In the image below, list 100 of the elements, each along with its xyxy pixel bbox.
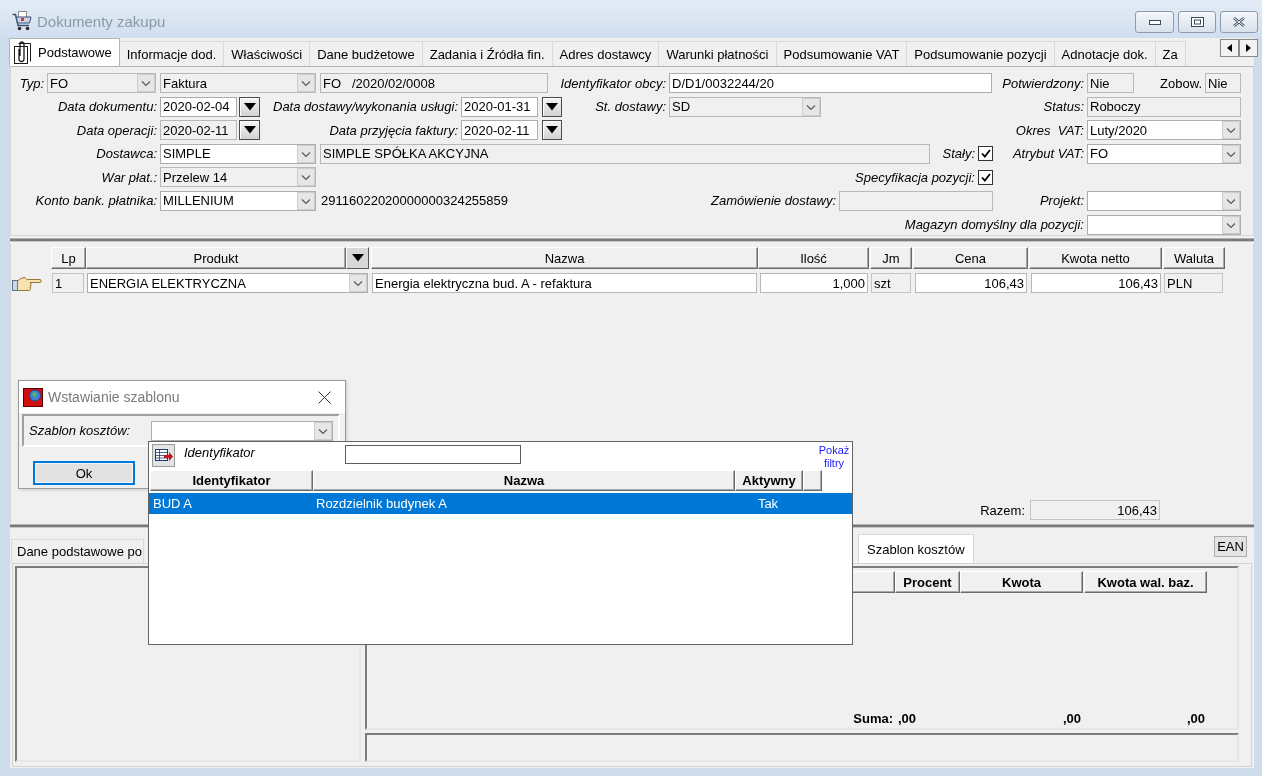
column-header: Identyfikator [150, 470, 313, 491]
field-label: Status: [1043, 99, 1084, 115]
sum-label: Suma: [853, 710, 893, 726]
account-number: 29116022020000000324255859 [321, 193, 508, 209]
field-label: Stały: [942, 146, 975, 162]
field-label: Potwierdzony: [1002, 75, 1084, 91]
column-header: Aktywny [735, 470, 803, 491]
column-dropdown-button[interactable] [346, 247, 369, 269]
chevron-down-icon [297, 74, 315, 92]
maximize-icon [1190, 17, 1204, 27]
caret-down-icon [351, 254, 364, 262]
combo-box[interactable]: MILLENIUM [160, 190, 316, 211]
combo-box[interactable]: ENERGIA ELEKTRYCZNA [87, 273, 368, 293]
tab[interactable]: Podstawowe [9, 38, 120, 66]
chevron-down-icon [1222, 191, 1240, 210]
sum-value: ,00 [1062, 710, 1081, 726]
chevron-down-icon [349, 274, 367, 292]
field-label: Magazyn domyślny dla pozycji: [904, 217, 1084, 233]
table-cell: 1 [52, 273, 84, 293]
table-cell-text: Tak [756, 495, 780, 513]
table-cell-text: Rozdzielnik budynek A [315, 495, 448, 513]
maximize-button[interactable] [1178, 11, 1216, 33]
chevron-down-icon [1222, 215, 1240, 234]
field-label: Specyfikacja pozycji: [855, 169, 975, 185]
column-header: Kwota wal. baz. [1084, 571, 1207, 593]
chevron-down-icon [297, 191, 315, 210]
checkbox[interactable] [978, 169, 993, 185]
chevron-down-icon [802, 97, 820, 116]
caret-down-icon [243, 126, 256, 135]
column-header: Waluta [1163, 247, 1225, 269]
caret-down-icon [546, 126, 558, 135]
column-header: Nazwa [313, 470, 735, 491]
ok-button[interactable]: Ok [33, 461, 135, 485]
text-field[interactable]: D/D1/0032244/20 [669, 73, 992, 93]
combo-box[interactable]: FO [1087, 143, 1241, 164]
table-cell-text: BUD A [152, 495, 193, 513]
field-label: St. dostawy: [595, 99, 666, 115]
paperclip-icon [12, 40, 34, 65]
tab[interactable]: Szablon kosztów [858, 534, 974, 563]
close-icon[interactable] [318, 390, 331, 404]
column-header: Procent [895, 571, 960, 593]
field-label: Identyfikator obcy: [560, 75, 666, 91]
table-cell: szt [871, 273, 911, 293]
caret-down-icon [243, 102, 256, 111]
chevron-down-icon [1222, 121, 1240, 140]
filter-label: Identyfikator [184, 445, 255, 460]
field-label: Zamówienie dostawy: [711, 193, 836, 209]
table-cell: 1,000 [760, 273, 868, 293]
dialog-title: Wstawianie szablonu [48, 389, 180, 405]
scroll-right-button[interactable] [1239, 39, 1258, 57]
scroll-left-button[interactable] [1220, 39, 1239, 57]
table-cell: 106,43 [915, 273, 1027, 293]
column-header: Jm [870, 247, 912, 269]
checkbox[interactable] [978, 146, 993, 162]
field-label: Okres VAT: [1015, 122, 1084, 138]
caret-down-icon [546, 102, 558, 111]
date-picker-button[interactable] [239, 96, 260, 117]
caret-left-icon [1227, 44, 1232, 52]
chevron-down-icon [297, 168, 315, 187]
field-label: Konto bank. płatnika: [35, 193, 157, 209]
ean-button[interactable]: EAN [1214, 536, 1247, 557]
column-header: Lp [51, 247, 86, 269]
combo-box[interactable]: Luty/2020 [1087, 120, 1241, 141]
close-icon [1233, 17, 1245, 27]
field-label: Data dokumentu: [58, 99, 157, 115]
tab[interactable]: Za [1154, 41, 1186, 66]
globe-icon [23, 387, 43, 407]
filter-input[interactable] [345, 445, 521, 464]
field-label: Dostawca: [96, 146, 157, 162]
cart-icon [12, 11, 32, 32]
chevron-down-icon [137, 74, 155, 92]
date-field[interactable]: 2020-02-04 [160, 96, 237, 117]
close-button[interactable] [1220, 11, 1258, 33]
field-label: Szablon kosztów: [29, 423, 131, 438]
date-picker-button[interactable] [542, 96, 562, 117]
show-filters-link[interactable]: Pokaż filtry [816, 444, 852, 470]
column-header [803, 470, 822, 491]
minimize-button[interactable] [1135, 11, 1174, 33]
column-header: Cena [913, 247, 1028, 269]
total-field: 106,43 [1030, 500, 1160, 520]
date-field[interactable]: 2020-02-11 [461, 120, 538, 141]
field-label: Atrybut VAT: [1012, 146, 1084, 162]
column-header: Ilość [758, 247, 869, 269]
checkmark-icon [980, 172, 991, 182]
field-label: Zobow. [1160, 75, 1202, 91]
column-header: Nazwa [371, 247, 758, 269]
table-row[interactable]: BUD A Rozdzielnik budynek A Tak [149, 493, 852, 514]
field-label: Typ: [19, 75, 44, 91]
chevron-down-icon [297, 144, 315, 163]
window-title: Dokumenty zakupu [37, 12, 166, 32]
total-label: Razem: [980, 502, 1025, 518]
date-picker-button[interactable] [542, 120, 562, 141]
date-field[interactable]: 2020-01-31 [461, 96, 538, 117]
date-picker-button[interactable] [239, 120, 260, 141]
tab[interactable]: Dane podstawowe po [11, 539, 145, 563]
table-cell: PLN [1164, 273, 1223, 293]
checkmark-icon [980, 149, 991, 159]
combo-box[interactable]: SIMPLE [160, 143, 316, 164]
table-cell: Energia elektryczna bud. A - refaktura [372, 273, 757, 293]
minimize-icon [1148, 19, 1161, 25]
